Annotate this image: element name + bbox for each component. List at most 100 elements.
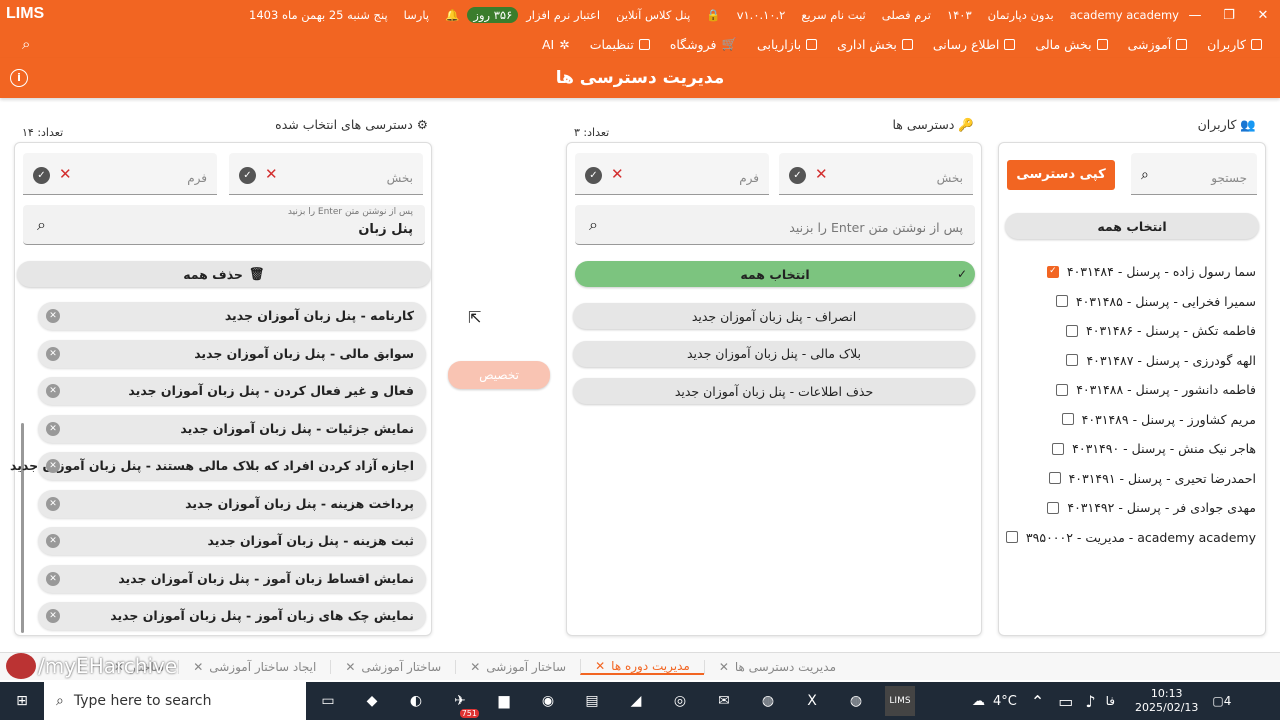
checkbox[interactable] (1066, 354, 1079, 366)
clock[interactable]: 10:13 2025/02/13 (1135, 687, 1198, 715)
scrollbar[interactable] (21, 423, 24, 633)
bottom-tab[interactable]: ساختار آموزشی ✕ (330, 659, 455, 674)
top-user[interactable]: academy academy (1062, 8, 1187, 22)
access-form-select[interactable]: فرم ✕ ✓ (575, 153, 769, 195)
user-list-item[interactable]: مهدی جوادی فر - پرسنل - ۴۰۳۱۴۹۲ (1047, 500, 1256, 515)
menu-education[interactable]: آموزشی (1118, 37, 1198, 52)
menu-notifications[interactable]: اطلاع رسانی (923, 37, 1026, 52)
bottom-tab[interactable]: ساختار آموزشی ✕ (455, 659, 580, 674)
close-icon[interactable]: ✕ (595, 659, 605, 673)
menu-finance[interactable]: بخش مالی (1025, 37, 1117, 52)
remove-icon[interactable]: ✕ (46, 534, 60, 548)
menu-ai[interactable]: ✲ AI (532, 37, 580, 52)
close-icon[interactable]: ✕ (719, 660, 729, 674)
clear-icon[interactable]: ✕ (265, 165, 278, 183)
chevron-down-icon[interactable]: ✓ (585, 167, 602, 184)
notification-bell-icon[interactable]: 🔔 (437, 8, 467, 22)
menu-users[interactable]: کاربران (1197, 37, 1272, 52)
volume-icon[interactable]: ♪ (1085, 692, 1095, 711)
task-view-icon[interactable]: ▭ (313, 686, 343, 716)
user-search-input[interactable]: جستجو ⌕ (1131, 153, 1257, 195)
checkbox[interactable] (1055, 295, 1068, 307)
user-list-item[interactable]: هاجر نیک منش - پرسنل - ۴۰۳۱۴۹۰ (1052, 441, 1256, 456)
chart-app-icon[interactable]: ◢ (621, 686, 651, 716)
lock-icon[interactable]: 🔒 (698, 8, 728, 22)
selected-access-chip[interactable]: نمایش اقساط زبان آموز - پنل زبان آموزان … (38, 564, 426, 593)
close-icon[interactable]: ✕ (193, 660, 203, 674)
remove-icon[interactable]: ✕ (46, 496, 60, 511)
selected-access-chip[interactable]: کارنامه - پنل زبان آموزان جدید ✕ (38, 302, 426, 330)
windows-start-icon[interactable]: ⊞ (7, 686, 37, 716)
remove-icon[interactable]: ✕ (46, 309, 60, 323)
bottom-tab[interactable]: ایجاد ساختار آموزشی ✕ (178, 659, 330, 674)
user-list-item[interactable]: academy academy - مدیریت - ۳۹۵۰۰۰۲ (1005, 530, 1256, 545)
access-section-select[interactable]: بخش ✕ ✓ (779, 153, 973, 195)
remove-icon[interactable]: ✕ (46, 459, 60, 473)
user-list-item[interactable]: سما رسول زاده - پرسنل - ۴۰۳۱۴۸۴ ✓ (1046, 264, 1256, 279)
selected-access-chip[interactable]: ثبت هزینه - پنل زبان آموزان جدید ✕ (38, 527, 426, 555)
copy-access-button[interactable]: کپی دسترسی (1007, 160, 1115, 190)
edge-icon[interactable]: ◐ (401, 686, 431, 716)
selected-access-chip[interactable]: اجازه آزاد کردن افراد که بلاک مالی هستند… (10, 452, 426, 480)
selected-search-input[interactable]: پس از نوشتن متن Enter را بزنید پنل زبان … (23, 205, 425, 245)
access-item[interactable]: حذف اطلاعات - پنل زبان آموزان جدید (573, 378, 975, 404)
store-icon[interactable]: ▤ (577, 686, 607, 716)
taskbar-search[interactable]: ⌕ Type here to search (44, 682, 306, 720)
window-close-icon[interactable]: ✕ (1246, 0, 1280, 30)
window-maximize-icon[interactable]: ❐ (1212, 0, 1246, 30)
menu-settings[interactable]: تنظیمات (580, 37, 660, 52)
menu-marketing[interactable]: بازاریابی (747, 37, 827, 52)
delete-all-button[interactable]: 🗑 حذف همه (17, 261, 431, 287)
top-term[interactable]: ترم فصلی (874, 8, 939, 22)
excel-icon[interactable]: X (797, 686, 827, 716)
telegram-icon[interactable]: ✈ 751 (445, 686, 479, 718)
menu-admin[interactable]: بخش اداری (827, 37, 923, 52)
remove-icon[interactable]: ✕ (46, 609, 60, 623)
close-icon[interactable]: ✕ (470, 660, 480, 674)
clear-icon[interactable]: ✕ (611, 165, 624, 183)
checkbox[interactable] (1052, 442, 1065, 455)
checkbox[interactable] (1047, 501, 1060, 514)
top-online-class[interactable]: پنل کلاس آنلاین (608, 8, 698, 22)
close-icon[interactable]: ✕ (345, 660, 355, 674)
checkbox[interactable] (1056, 383, 1069, 396)
selected-access-chip[interactable]: پرداخت هزینه - پنل زبان آموزان جدید ✕ (38, 489, 426, 518)
chevron-down-icon[interactable]: ✓ (239, 167, 256, 184)
chevron-down-icon[interactable]: ✓ (33, 167, 50, 184)
clear-icon[interactable]: ✕ (59, 165, 72, 183)
figma-icon[interactable]: ◆ (357, 686, 387, 716)
top-quick-register[interactable]: ثبت نام سریع (793, 8, 873, 22)
top-year[interactable]: ۱۴۰۳ (939, 8, 980, 22)
language-indicator[interactable]: فا (1106, 694, 1115, 708)
menu-shop[interactable]: 🛒 فروشگاه (660, 36, 747, 52)
selected-access-chip[interactable]: فعال و غیر فعال کردن - پنل زبان آموزان ج… (38, 377, 426, 405)
top-department[interactable]: بدون دپارتمان (980, 8, 1062, 22)
user-list-item[interactable]: احمدرضا تحیری - پرسنل - ۴۰۳۱۴۹۱ (1048, 471, 1256, 486)
checkbox[interactable] (1061, 413, 1074, 425)
users-select-all-button[interactable]: انتخاب همه (1005, 213, 1259, 239)
clear-icon[interactable]: ✕ (815, 165, 828, 183)
assign-button[interactable]: تخصیص (448, 361, 550, 389)
checkbox[interactable] (1005, 531, 1018, 543)
selected-access-chip[interactable]: سوابق مالی - پنل زبان آموزان جدید ✕ (38, 339, 426, 368)
selected-form-select[interactable]: فرم ✕ ✓ (23, 153, 217, 195)
network-icon[interactable]: ▭ (1058, 692, 1073, 711)
selected-section-select[interactable]: بخش ✕ ✓ (229, 153, 423, 195)
chrome-icon[interactable]: ◍ (841, 686, 871, 716)
outlook-icon[interactable]: ✉ (709, 686, 739, 716)
access-select-all-button[interactable]: انتخاب همه ✓ (575, 261, 975, 287)
user-list-item[interactable]: الهه گودرزی - پرسنل - ۴۰۳۱۴۸۷ (1066, 353, 1256, 368)
lims-app-icon[interactable]: LIMS (885, 686, 915, 716)
tray-chevron-up-icon[interactable]: ⌃ (1031, 692, 1044, 711)
info-icon[interactable]: i (10, 69, 28, 87)
remove-icon[interactable]: ✕ (46, 421, 60, 436)
firefox-icon[interactable]: ◉ (533, 686, 563, 716)
window-minimize-icon[interactable]: — (1178, 0, 1212, 30)
access-search-input[interactable]: پس از نوشتن متن Enter را بزنید ⌕ (575, 205, 975, 245)
remove-icon[interactable]: ✕ (46, 384, 60, 398)
selected-access-chip[interactable]: نمایش جزئیات - پنل زبان آموزان جدید ✕ (38, 414, 426, 443)
folder-icon[interactable]: ▆ (489, 686, 519, 716)
access-item[interactable]: بلاک مالی - پنل زبان آموزان جدید (573, 340, 975, 367)
checkbox[interactable]: ✓ (1046, 265, 1059, 278)
search-icon[interactable]: ⌕ (22, 35, 30, 53)
